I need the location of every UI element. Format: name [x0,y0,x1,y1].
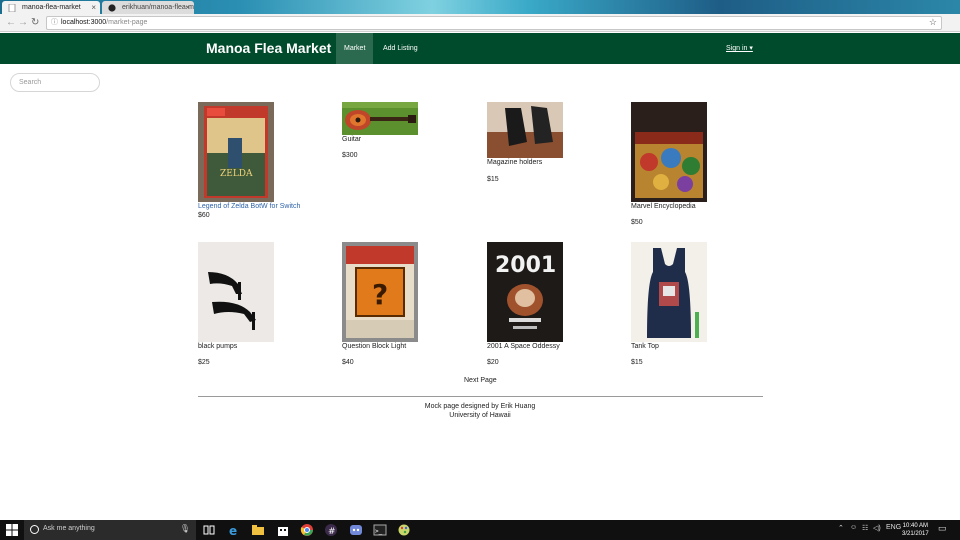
listing-price: $40 [342,359,354,366]
edge-browser-icon[interactable]: e [227,523,241,537]
footer-credit: Mock page designed by Erik Huang [424,403,536,410]
language-indicator[interactable]: ENG [886,524,901,531]
nav-market[interactable]: Market [336,33,374,64]
browser-toolbar: ← → ↻ ⓘ localhost:3000/market-page ☆ [0,14,960,32]
discord-icon[interactable] [349,523,363,537]
network-icon[interactable]: ☷ [862,524,868,532]
system-clock[interactable]: 10:40 AM 3/21/2017 [902,522,929,538]
terminal-icon[interactable]: >_ [373,523,387,537]
tab-github[interactable]: erikhuan/manoa-flea-m × [102,1,194,14]
url-path: /market-page [106,19,148,26]
listing-name[interactable]: Marvel Encyclopedia [631,203,696,210]
volume-icon[interactable]: ◁) [873,524,881,532]
notifications-icon[interactable]: ▭ [938,523,947,534]
search-input[interactable]: Search [10,73,100,92]
back-icon[interactable]: ← [6,16,16,29]
people-icon[interactable]: ☺ [850,524,857,531]
marvel-encyclopedia-image[interactable] [631,102,707,202]
listing-name[interactable]: black pumps [198,343,237,350]
listing-price: $300 [342,152,358,159]
nav-add-listing[interactable]: Add Listing [375,33,426,64]
svg-text:2001: 2001 [495,253,556,278]
clock-date: 3/21/2017 [902,531,929,537]
windows-taskbar: Ask me anything 🎙 e # >_ ⌃ ☺ ☷ ◁) ENG 10… [0,520,960,540]
guitar-image[interactable] [342,102,418,135]
zelda-game-image[interactable]: ZELDA [198,102,274,202]
listing-price: $15 [487,176,499,183]
listing-price: $15 [631,359,643,366]
brand-title[interactable]: Manoa Flea Market [206,40,331,56]
next-page-link[interactable]: Next Page [464,377,497,384]
info-icon: ⓘ [51,19,58,26]
tab-label: manoa-flea-market [22,4,81,11]
svg-text:#: # [328,527,336,537]
chrome-icon[interactable] [300,523,314,537]
sign-in-dropdown[interactable]: Sign in ▾ [718,33,761,64]
close-tab-icon[interactable]: × [91,1,96,14]
browser-tab-strip: manoa-flea-market × erikhuan/manoa-flea-… [0,0,960,14]
reload-icon[interactable]: ↻ [31,16,39,29]
site-navbar: Manoa Flea Market Market Add Listing Sig… [0,33,960,64]
screen: manoa-flea-market × erikhuan/manoa-flea-… [0,0,960,540]
listing-name[interactable]: Question Block Light [342,343,406,350]
task-view-icon[interactable] [202,523,216,537]
space-odyssey-book-image[interactable]: 2001 [487,242,563,342]
address-bar[interactable]: ⓘ localhost:3000/market-page ☆ [46,16,942,30]
svg-text:ZELDA: ZELDA [220,169,253,179]
bookmark-star-icon[interactable]: ☆ [929,16,937,28]
cortana-icon [30,525,39,534]
listing-name[interactable]: Tank Top [631,343,659,350]
question-block-light-image[interactable]: ? [342,242,418,342]
github-icon [108,4,116,12]
listing-name[interactable]: 2001 A Space Oddessy [487,343,560,350]
black-pumps-image[interactable] [198,242,274,342]
svg-text:?: ? [372,278,388,311]
svg-text:>_: >_ [375,528,383,535]
slack-icon[interactable]: # [324,523,338,537]
svg-text:e: e [229,524,237,537]
clock-time: 10:40 AM [902,523,929,529]
listing-name[interactable]: Guitar [342,136,361,143]
forward-icon[interactable]: → [18,16,28,29]
show-hidden-icons-icon[interactable]: ⌃ [838,524,844,532]
listing-price: $50 [631,219,643,226]
close-tab-icon[interactable]: × [185,1,190,14]
page-icon [8,4,16,12]
magazine-holders-image[interactable] [487,102,563,158]
file-explorer-icon[interactable] [251,523,265,537]
cortana-search-box[interactable]: Ask me anything 🎙 [24,520,196,540]
windows-start-icon[interactable] [6,524,18,536]
listing-name[interactable]: Legend of Zelda BotW for Switch [198,203,300,210]
paint-icon[interactable] [397,523,411,537]
url-host: localhost:3000 [61,19,107,26]
listing-name[interactable]: Magazine holders [487,159,542,166]
tank-top-image[interactable] [631,242,707,342]
cortana-placeholder: Ask me anything [43,525,95,532]
footer-university: University of Hawaii [449,412,511,419]
listing-price: $25 [198,359,210,366]
tab-manoa-flea-market[interactable]: manoa-flea-market × [2,1,100,14]
store-icon[interactable] [276,523,290,537]
microphone-icon[interactable]: 🎙 [180,524,190,533]
footer-divider [198,396,763,397]
listing-price: $20 [487,359,499,366]
listing-price: $60 [198,212,210,219]
tab-label: erikhuan/manoa-flea-m [122,4,194,11]
